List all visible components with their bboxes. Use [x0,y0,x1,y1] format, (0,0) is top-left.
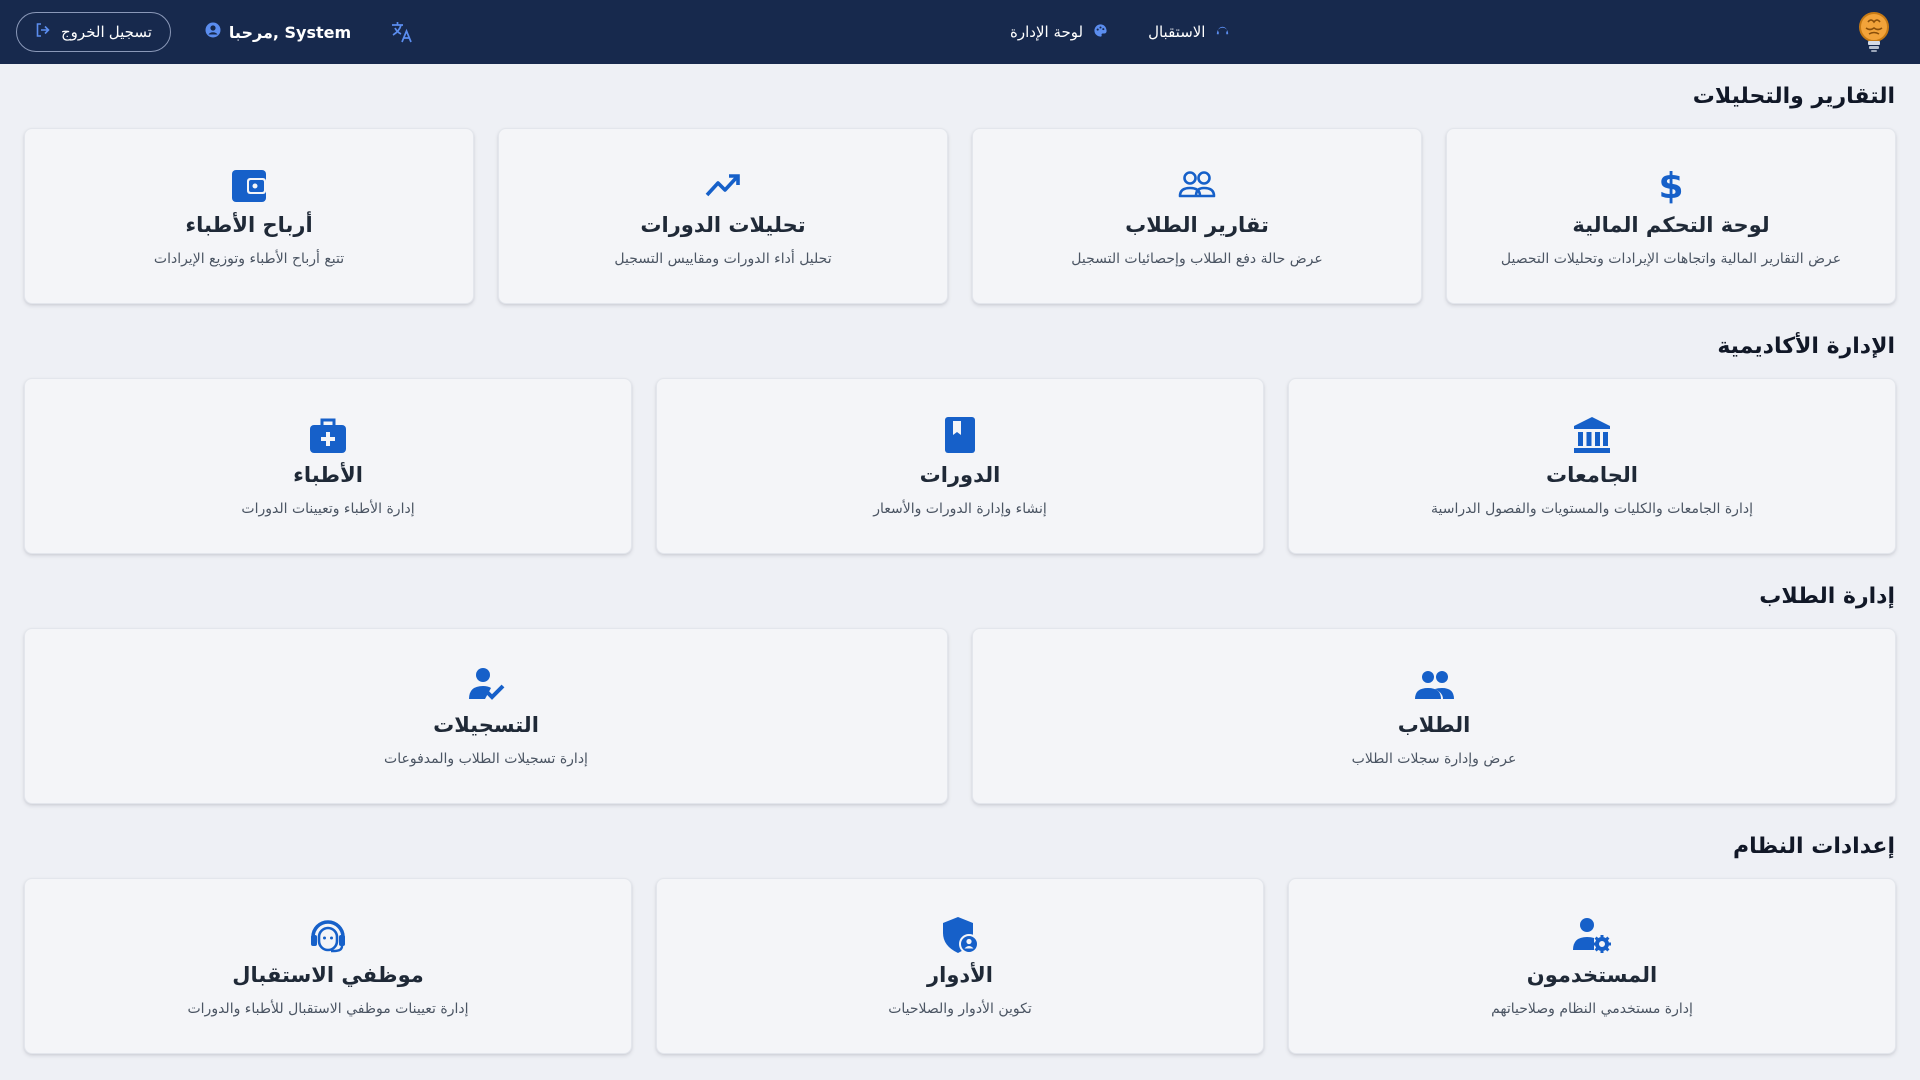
headset-icon [308,915,348,955]
reports-grid: $ لوحة التحكم المالية عرض التقارير المال… [24,128,1896,304]
card-description: إنشاء وإدارة الدورات والأسعار [873,501,1047,517]
medical-bag-icon [308,415,348,455]
card-course-analytics[interactable]: تحليلات الدورات تحليل أداء الدورات ومقاي… [498,128,948,304]
wallet-icon [229,165,269,205]
welcome-text: مرحبا, System [228,22,352,42]
card-universities[interactable]: الجامعات إدارة الجامعات والكليات والمستو… [1288,378,1896,554]
section-title-students: إدارة الطلاب [1759,584,1895,609]
card-description: عرض حالة دفع الطلاب وإحصائيات التسجيل [1071,251,1323,267]
card-title: تقارير الطلاب [1125,213,1269,237]
welcome-user: مرحبا, System [205,22,351,42]
reception-icon [1215,23,1230,42]
card-enrollments[interactable]: التسجيلات إدارة تسجيلات الطلاب والمدفوعا… [24,628,948,804]
card-receptionists[interactable]: موظفي الاستقبال إدارة تعيينات موظفي الاس… [24,878,632,1054]
card-title: الطلاب [1397,713,1471,737]
section-title-system: إعدادات النظام [1732,834,1895,859]
card-description: تتبع أرباح الأطباء وتوزيع الإيرادات [153,251,345,267]
card-description: إدارة تسجيلات الطلاب والمدفوعات [384,751,588,767]
institution-icon [1572,415,1612,455]
logout-label: تسجيل الخروج [61,24,152,41]
nav-reception[interactable]: الاستقبال [1148,23,1230,42]
person-check-icon [466,665,506,705]
nav-admin-label: لوحة الإدارة [1010,23,1084,41]
brain-bulb-logo[interactable] [1854,10,1894,54]
card-students[interactable]: الطلاب عرض وإدارة سجلات الطلاب [972,628,1896,804]
logout-icon [35,22,51,42]
trending-up-icon [703,165,743,205]
user-gear-icon [1572,915,1612,955]
card-doctor-earnings[interactable]: أرباح الأطباء تتبع أرباح الأطباء وتوزيع … [24,128,474,304]
card-description: إدارة تعيينات موظفي الاستقبال للأطباء وا… [187,1001,469,1017]
system-grid: المستخدمون إدارة مستخدمي النظام وصلاحيات… [24,878,1896,1054]
card-title: الدورات [919,463,1001,487]
nav-reception-label: الاستقبال [1148,23,1206,41]
card-description: إدارة مستخدمي النظام وصلاحياتهم [1491,1001,1693,1017]
section-title-reports: التقارير والتحليلات [1692,84,1895,109]
book-icon [940,415,980,455]
card-roles[interactable]: الأدوار تكوين الأدوار والصلاحيات [656,878,1264,1054]
card-description: تكوين الأدوار والصلاحيات [888,1001,1032,1017]
card-financial-dashboard[interactable]: $ لوحة التحكم المالية عرض التقارير المال… [1446,128,1896,304]
people-icon [1414,665,1454,705]
dollar-icon: $ [1651,165,1691,207]
top-navbar: الاستقبال لوحة الإدارة تسجيل الخروج مرحب… [0,0,1920,64]
card-users[interactable]: المستخدمون إدارة مستخدمي النظام وصلاحيات… [1288,878,1896,1054]
card-title: الجامعات [1546,463,1638,487]
academic-grid: الجامعات إدارة الجامعات والكليات والمستو… [24,378,1896,554]
card-title: الأدوار [927,963,993,987]
card-title: موظفي الاستقبال [232,963,424,987]
card-title: التسجيلات [433,713,539,737]
card-doctors[interactable]: الأطباء إدارة الأطباء وتعيينات الدورات [24,378,632,554]
people-outline-icon [1177,165,1217,205]
card-title: تحليلات الدورات [640,213,806,237]
card-description: إدارة الأطباء وتعيينات الدورات [241,501,415,517]
nav-admin-dashboard[interactable]: لوحة الإدارة [1010,23,1108,42]
card-description: عرض وإدارة سجلات الطلاب [1351,751,1517,767]
students-grid: الطلاب عرض وإدارة سجلات الطلاب التسجيلات… [24,628,1896,804]
translate-icon[interactable] [389,19,415,45]
card-title: لوحة التحكم المالية [1572,213,1770,237]
card-student-reports[interactable]: تقارير الطلاب عرض حالة دفع الطلاب وإحصائ… [972,128,1422,304]
svg-text:$: $ [1658,166,1683,205]
card-description: إدارة الجامعات والكليات والمستويات والفص… [1431,501,1753,517]
palette-icon [1093,23,1108,42]
section-title-academic: الإدارة الأكاديمية [1717,334,1895,359]
user-circle-icon [205,22,221,42]
card-description: تحليل أداء الدورات ومقاييس التسجيل [614,251,832,267]
card-description: عرض التقارير المالية واتجاهات الإيرادات … [1500,251,1842,267]
card-title: أرباح الأطباء [185,213,313,237]
shield-user-icon [940,915,980,955]
card-title: الأطباء [293,463,363,487]
logout-button[interactable]: تسجيل الخروج [16,12,171,52]
card-courses[interactable]: الدورات إنشاء وإدارة الدورات والأسعار [656,378,1264,554]
card-title: المستخدمون [1526,963,1658,987]
